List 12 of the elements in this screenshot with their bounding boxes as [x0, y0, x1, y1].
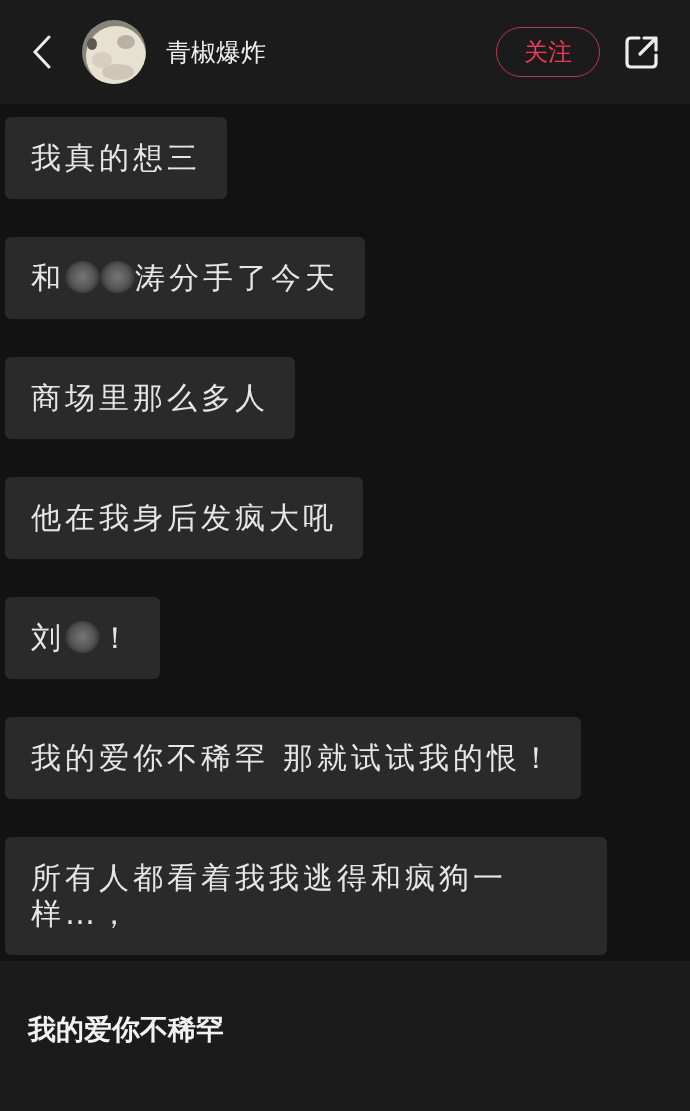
message-text: 我真的想三 — [31, 140, 201, 175]
username[interactable]: 青椒爆炸 — [166, 35, 496, 69]
message-text: 涛分手了今天 — [135, 260, 339, 295]
message-text: 所有人都看着我我逃得和疯狗一样…， — [31, 860, 507, 931]
follow-button[interactable]: 关注 — [496, 27, 600, 77]
message-text: ！ — [100, 620, 134, 655]
post-title: 我的爱你不稀罕 — [28, 1013, 224, 1046]
message-text: 刘 — [31, 620, 65, 655]
message-text: 我的爱你不稀罕 那就试试我的恨！ — [31, 740, 555, 775]
message-text: 和 — [31, 260, 65, 295]
message-text: 他在我身后发疯大吼 — [31, 500, 337, 535]
message-text: 商场里那么多人 — [31, 380, 269, 415]
